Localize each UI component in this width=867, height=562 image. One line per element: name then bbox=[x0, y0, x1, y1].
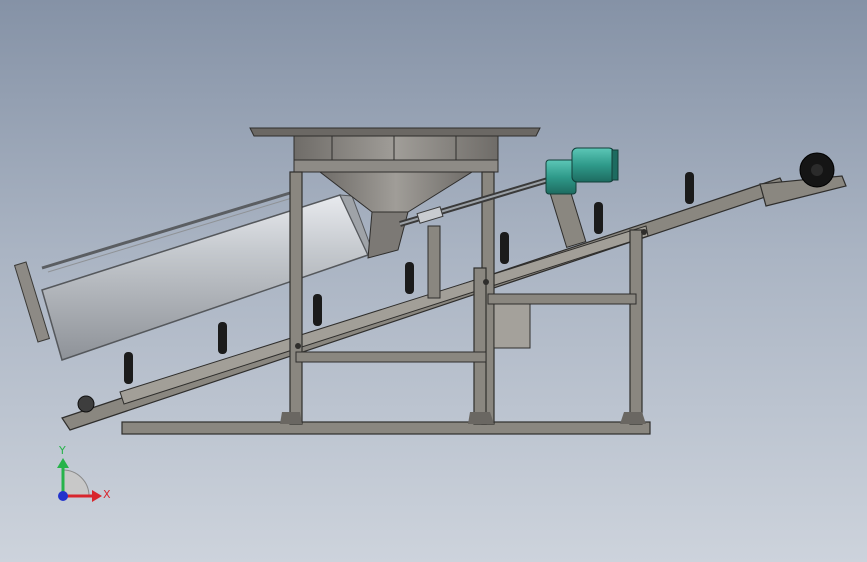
machine-model[interactable]: Y X bbox=[0, 0, 867, 562]
y-axis-label: Y bbox=[58, 444, 66, 457]
discharge-wheel bbox=[799, 152, 835, 188]
x-axis-arrowhead bbox=[92, 490, 102, 502]
electric-motor bbox=[545, 147, 619, 249]
z-axis-dot bbox=[58, 491, 68, 501]
lower-wheel bbox=[77, 395, 95, 413]
y-axis-arrowhead bbox=[57, 458, 69, 468]
x-axis-label: X bbox=[103, 488, 111, 501]
coordinate-triad: Y X bbox=[57, 444, 111, 502]
cad-viewport[interactable]: Y X bbox=[0, 0, 867, 562]
triad-arc bbox=[62, 469, 90, 497]
